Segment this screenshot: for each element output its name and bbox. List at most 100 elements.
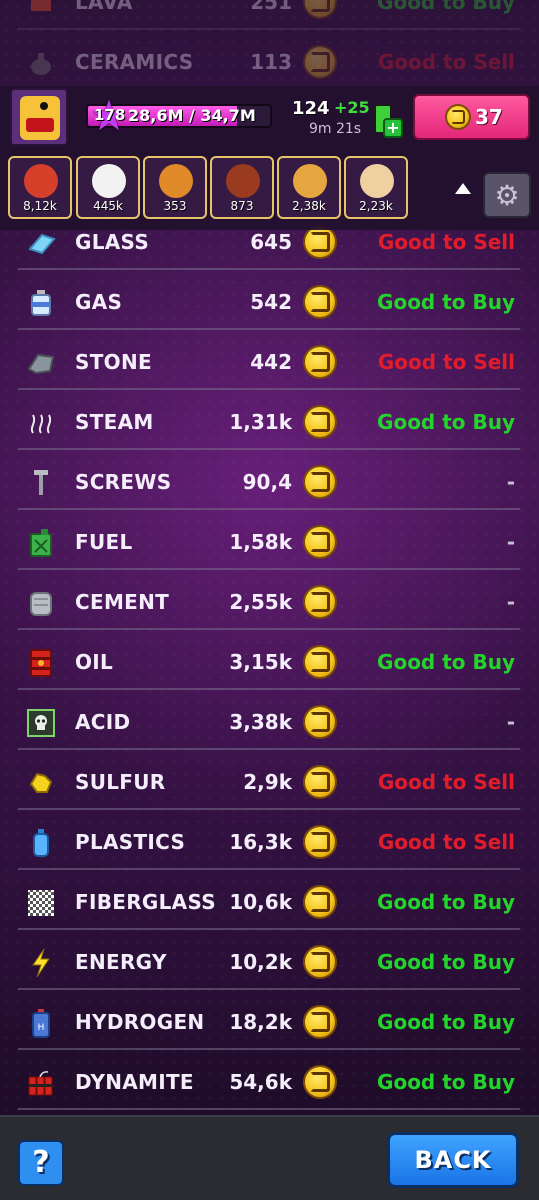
table-row[interactable]: ACID 3,38k - [18,690,520,750]
row-status: Good to Sell [377,830,515,854]
noodles-bowl-icon [159,164,193,198]
row-price: 113 [250,50,292,74]
row-status: - [506,710,515,734]
steam-icon [26,408,56,438]
row-name: PLASTICS [75,830,186,854]
coin-icon [303,645,337,679]
row-status: Good to Buy [377,410,515,434]
player-level: 178 [94,106,126,124]
table-row[interactable]: ENERGY 10,2k Good to Buy [18,930,520,990]
table-row[interactable]: SULFUR 2,9k Good to Sell [18,750,520,810]
coins-value: 37 [475,105,503,129]
row-status: Good to Buy [377,1010,515,1034]
table-row[interactable]: H HYDROGEN 18,2k Good to Buy [18,990,520,1050]
row-status: Good to Buy [377,1070,515,1094]
row-name: ACID [75,710,131,734]
row-name: GLASS [75,230,150,254]
table-row[interactable]: LAVA 251 Good to Buy [18,0,520,30]
table-row[interactable]: FIBERGLASS 10,6k Good to Buy [18,870,520,930]
coin-icon [303,705,337,739]
row-price: 2,9k [243,770,292,794]
glass-icon [26,228,56,258]
coin-icon [445,104,471,130]
table-row[interactable]: STEAM 1,31k Good to Buy [18,390,520,450]
row-price: 10,2k [229,950,292,974]
table-row[interactable]: SCREWS 90,4 - [18,450,520,510]
row-price: 1,58k [229,530,292,554]
plastic-bottle-icon [26,828,56,858]
table-row[interactable]: CEMENT 2,55k - [18,570,520,630]
resource-value: 445k [93,199,123,213]
resource-tile[interactable]: 2,38k [277,156,341,219]
row-name: STONE [75,350,152,374]
rice-icon [92,164,126,198]
row-price: 3,15k [229,650,292,674]
row-status: Good to Buy [377,650,515,674]
row-name: SULFUR [75,770,166,794]
row-name: FIBERGLASS [75,890,216,914]
row-status: Good to Buy [377,0,515,14]
coin-icon [303,465,337,499]
row-status: - [506,590,515,614]
xp-text: 28,6M / 34,7M [128,106,256,125]
coins-button[interactable]: 37 [413,94,530,140]
coin-icon [303,285,337,319]
table-row[interactable]: STONE 442 Good to Sell [18,330,520,390]
lightning-icon [26,948,56,978]
ceramics-icon [26,48,56,78]
resource-value: 2,38k [292,199,326,213]
row-price: 442 [250,350,292,374]
coin-icon [303,765,337,799]
resource-tile[interactable]: 8,12k [8,156,72,219]
table-row[interactable]: OIL 3,15k Good to Buy [18,630,520,690]
stone-icon [26,348,56,378]
oil-barrel-icon [26,648,56,678]
row-name: LAVA [75,0,133,14]
table-row[interactable]: GAS 542 Good to Buy [18,270,520,330]
acid-skull-icon [26,708,56,738]
resource-tile[interactable]: 873 [210,156,274,219]
coin-icon [303,525,337,559]
coin-icon [303,1065,337,1099]
settings-gear-button[interactable]: ⚙ [483,172,531,218]
svg-text:H: H [38,1023,45,1033]
table-row[interactable]: CERAMICS 113 Good to Sell [18,30,520,90]
row-price: 645 [250,230,292,254]
row-name: HYDROGEN [75,1010,205,1034]
row-price: 54,6k [229,1070,292,1094]
row-status: - [506,530,515,554]
coin-icon [303,585,337,619]
dumpling-icon [360,164,394,198]
player-avatar[interactable] [10,88,68,146]
help-button[interactable]: ? [18,1140,64,1186]
row-name: SCREWS [75,470,172,494]
row-name: DYNAMITE [75,1070,194,1094]
cement-bag-icon [26,588,56,618]
row-status: Good to Sell [377,770,515,794]
table-row[interactable]: DYNAMITE 54,6k Good to Buy [18,1050,520,1110]
hydrogen-tank-icon: H [26,1008,56,1038]
table-row[interactable]: PLASTICS 16,3k Good to Sell [18,810,520,870]
energy-timer: 9m 21s [309,121,362,137]
fuel-can-icon [26,528,56,558]
resource-tile[interactable]: 445k [76,156,140,219]
resource-value: 353 [163,199,187,213]
row-price: 18,2k [229,1010,292,1034]
row-price: 251 [250,0,292,14]
table-row[interactable]: FUEL 1,58k - [18,510,520,570]
collapse-arrow-icon[interactable] [455,183,471,194]
row-name: STEAM [75,410,154,434]
row-status: Good to Sell [377,230,515,254]
row-name: CEMENT [75,590,170,614]
row-price: 16,3k [229,830,292,854]
back-button[interactable]: BACK [387,1132,519,1188]
row-price: 3,38k [229,710,292,734]
resource-tile[interactable]: 353 [143,156,207,219]
add-energy-button[interactable]: + [383,118,403,138]
coin-icon [303,0,337,19]
coin-icon [303,45,337,79]
resource-tile[interactable]: 2,23k [344,156,408,219]
coin-icon [303,405,337,439]
coin-icon [303,825,337,859]
coin-icon [303,885,337,919]
